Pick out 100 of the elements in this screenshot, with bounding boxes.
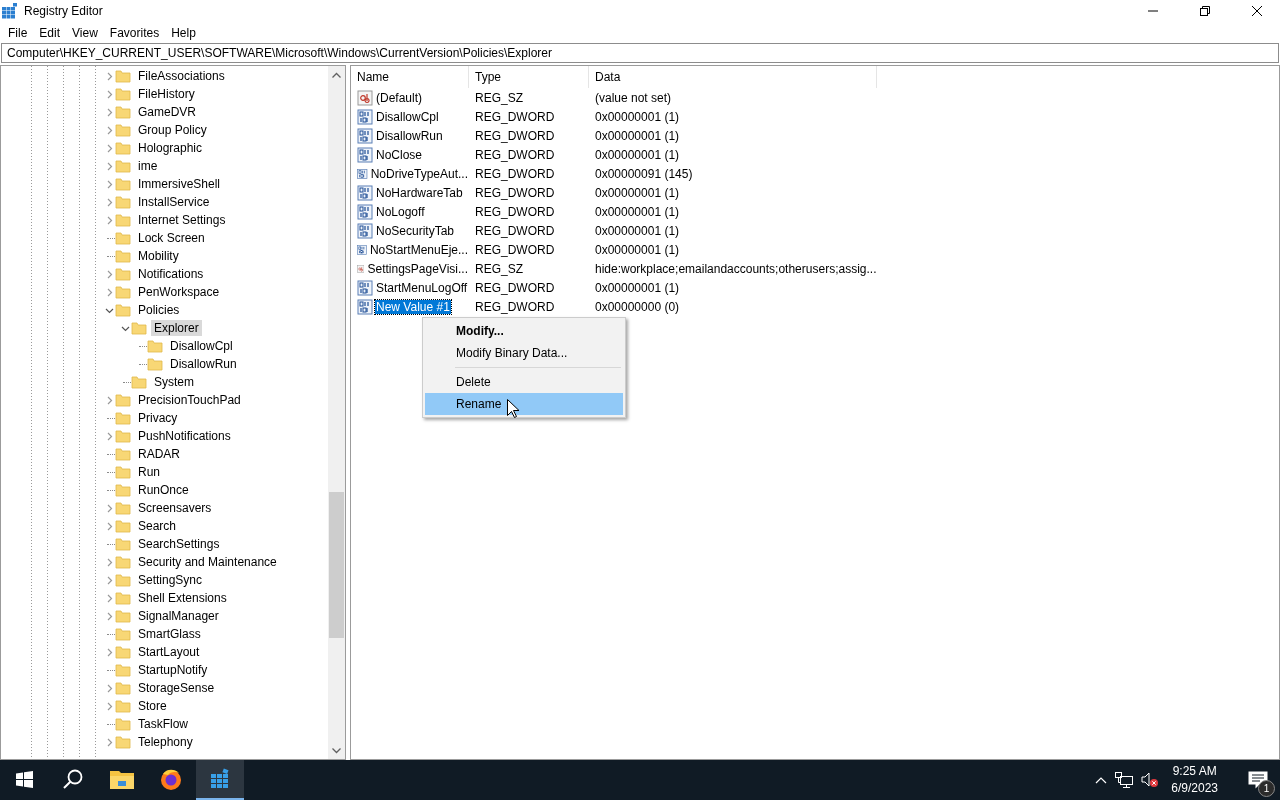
value-name[interactable]: New Value #1	[375, 299, 451, 314]
close-icon[interactable]	[1252, 6, 1262, 16]
value-type: REG_SZ	[474, 260, 524, 278]
folder-icon	[115, 644, 131, 660]
tree-item[interactable]: Search	[135, 518, 180, 534]
context-menu-item[interactable]: Modify Binary Data...	[425, 342, 623, 364]
folder-icon	[147, 338, 163, 354]
network-icon[interactable]	[1115, 772, 1134, 788]
menu-item[interactable]: View	[66, 25, 104, 40]
tree-item[interactable]: Telephony	[135, 734, 196, 750]
folder-icon	[115, 68, 131, 84]
value-name[interactable]: (Default)	[375, 90, 423, 105]
context-menu-item[interactable]: Delete	[425, 371, 623, 393]
menu-item[interactable]: Favorites	[103, 25, 166, 40]
tree-item[interactable]: Store	[135, 698, 170, 714]
tree-item[interactable]: Notifications	[135, 266, 207, 282]
value-type: REG_DWORD	[474, 184, 556, 202]
tree-item[interactable]: StartupNotify	[135, 662, 211, 678]
tree-item[interactable]: Privacy	[135, 410, 181, 426]
value-data: (value not set)	[594, 89, 673, 107]
tree-item[interactable]: Run	[135, 464, 163, 480]
tree-item[interactable]: Screensavers	[135, 500, 215, 516]
restore-icon[interactable]	[1200, 6, 1210, 16]
tree-item[interactable]: RADAR	[135, 446, 183, 462]
scrollbar[interactable]	[328, 66, 345, 759]
tree-item[interactable]: ime	[135, 158, 161, 174]
tree-item[interactable]: Lock Screen	[135, 230, 208, 246]
tree-item[interactable]: Shell Extensions	[135, 590, 230, 606]
value-type: REG_DWORD	[474, 298, 556, 316]
value-name[interactable]: NoSecurityTab	[375, 223, 456, 238]
tree-item[interactable]: StorageSense	[135, 680, 218, 696]
scroll-down-icon[interactable]	[332, 747, 341, 754]
scroll-up-icon[interactable]	[332, 71, 341, 78]
value-name[interactable]: NoClose	[375, 147, 424, 162]
folder-icon	[115, 104, 131, 120]
folder-icon	[115, 176, 131, 192]
folder-icon	[115, 482, 131, 498]
value-type: REG_DWORD	[474, 222, 556, 240]
tree-item[interactable]: DisallowRun	[167, 356, 240, 372]
tree-item[interactable]: Mobility	[135, 248, 182, 264]
tree-item[interactable]: Group Policy	[135, 122, 210, 138]
folder-icon	[115, 608, 131, 624]
tree-item[interactable]: FileHistory	[135, 86, 198, 102]
context-menu-item[interactable]: Rename	[425, 393, 623, 415]
tree-item[interactable]: SmartGlass	[135, 626, 204, 642]
tree-item[interactable]: Policies	[135, 302, 183, 318]
tree-item[interactable]: DisallowCpl	[167, 338, 236, 354]
tree-item[interactable]: ImmersiveShell	[135, 176, 224, 192]
tree-item[interactable]: RunOnce	[135, 482, 192, 498]
tree-item[interactable]: PrecisionTouchPad	[135, 392, 244, 408]
clock-date[interactable]: 6/9/2023	[1171, 780, 1218, 797]
string-value-icon	[357, 89, 373, 106]
window-title: Registry Editor	[24, 4, 104, 18]
value-data: 0x00000000 (0)	[594, 298, 681, 316]
context-menu-item[interactable]: Modify...	[425, 320, 623, 342]
value-name[interactable]: NoLogoff	[375, 204, 426, 219]
folder-icon	[115, 302, 131, 318]
tree-item[interactable]: SettingSync	[135, 572, 206, 588]
tree-item[interactable]: GameDVR	[135, 104, 199, 120]
address-bar[interactable]: Computer\HKEY_CURRENT_USER\SOFTWARE\Microsoft\Windows\CurrentVersion\Policies\Explorer	[1, 43, 1279, 63]
tree-item[interactable]: SignalManager	[135, 608, 222, 624]
tree-item[interactable]: Holographic	[135, 140, 206, 156]
scrollbar-thumb[interactable]	[329, 492, 344, 638]
volume-muted-icon[interactable]	[1141, 772, 1160, 788]
clock-time[interactable]: 9:25 AM	[1172, 763, 1217, 780]
value-name[interactable]: NoStartMenuEje...	[368, 242, 469, 257]
value-name[interactable]: SettingsPageVisi...	[366, 261, 469, 276]
tree-item[interactable]: PushNotifications	[135, 428, 234, 444]
value-type: REG_DWORD	[474, 127, 556, 145]
tree-item[interactable]: PenWorkspace	[135, 284, 223, 300]
folder-icon	[115, 626, 131, 642]
tree-item[interactable]: Internet Settings	[135, 212, 229, 228]
value-name[interactable]: DisallowCpl	[375, 109, 440, 124]
menu-item[interactable]: File	[2, 25, 34, 40]
value-data: 0x00000001 (1)	[594, 146, 681, 164]
column-header[interactable]: Data	[589, 66, 877, 88]
tree-item[interactable]: System	[151, 374, 197, 390]
value-name[interactable]: StartMenuLogOff	[375, 280, 469, 295]
notification-count: 1	[1258, 780, 1275, 797]
value-data: hide:workplace;emailandaccounts;otherusers;assig...	[594, 260, 877, 278]
tree-item[interactable]: Explorer	[151, 320, 202, 336]
tree-item[interactable]: TaskFlow	[135, 716, 191, 732]
folder-icon	[115, 284, 131, 300]
binary-value-icon	[357, 146, 373, 163]
tree-item[interactable]: InstallService	[135, 194, 213, 210]
column-header[interactable]: Type	[469, 66, 589, 88]
folder-icon	[115, 248, 131, 264]
menu-item[interactable]: Help	[165, 25, 202, 40]
value-name[interactable]: DisallowRun	[375, 128, 444, 143]
tree-item[interactable]: FileAssociations	[135, 68, 228, 84]
value-name[interactable]: NoHardwareTab	[375, 185, 464, 200]
tree-item[interactable]: Security and Maintenance	[135, 554, 280, 570]
menu-item[interactable]: Edit	[33, 25, 67, 40]
tree-item[interactable]: SearchSettings	[135, 536, 223, 552]
folder-icon	[115, 122, 131, 138]
chevron-up-icon[interactable]	[1095, 776, 1108, 784]
tree-item[interactable]: StartLayout	[135, 644, 203, 660]
value-data: 0x00000001 (1)	[594, 222, 681, 240]
value-name[interactable]: NoDriveTypeAut...	[369, 166, 469, 181]
column-header[interactable]: Name	[351, 66, 469, 88]
